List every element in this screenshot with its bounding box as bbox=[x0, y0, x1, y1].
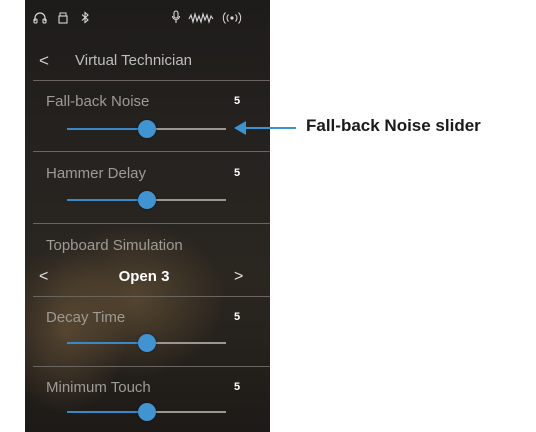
setting-label: Topboard Simulation bbox=[46, 237, 183, 254]
setting-value: 5 bbox=[234, 95, 241, 107]
callout-line bbox=[238, 127, 296, 129]
slider-fill bbox=[67, 342, 147, 344]
back-button[interactable]: < bbox=[39, 48, 49, 74]
microphone-icon bbox=[171, 8, 181, 32]
divider bbox=[33, 366, 270, 367]
decay-time-slider[interactable] bbox=[67, 334, 226, 352]
hammer-delay-slider[interactable] bbox=[67, 191, 226, 209]
sound-wave-icon bbox=[188, 8, 214, 32]
fall-back-noise-slider[interactable] bbox=[67, 120, 226, 138]
page-title: Virtual Technician bbox=[75, 52, 193, 69]
slider-fill bbox=[67, 199, 147, 201]
headphones-icon bbox=[33, 8, 47, 32]
setting-label: Minimum Touch bbox=[46, 379, 151, 396]
piano-app-screen: < Virtual Technician Fall-back Noise 5 H… bbox=[25, 0, 270, 432]
slider-thumb[interactable] bbox=[137, 403, 156, 421]
slider-thumb[interactable] bbox=[137, 120, 156, 138]
header: < Virtual Technician bbox=[25, 48, 270, 74]
status-bar bbox=[25, 8, 270, 32]
selector-value: Open 3 bbox=[118, 268, 170, 285]
bluetooth-icon bbox=[81, 8, 90, 32]
setting-label: Fall-back Noise bbox=[46, 93, 150, 110]
setting-label: Decay Time bbox=[46, 309, 126, 326]
setting-value: 5 bbox=[234, 167, 241, 179]
usb-icon bbox=[58, 8, 68, 32]
divider bbox=[33, 223, 270, 224]
divider bbox=[33, 151, 270, 152]
slider-fill bbox=[67, 411, 147, 413]
setting-value: 5 bbox=[234, 381, 241, 393]
callout-label: Fall-back Noise slider bbox=[306, 116, 481, 135]
slider-fill bbox=[67, 128, 147, 130]
wireless-icon bbox=[221, 8, 243, 32]
minimum-touch-slider[interactable] bbox=[67, 403, 226, 421]
next-option-button[interactable]: > bbox=[234, 268, 243, 286]
divider bbox=[33, 80, 270, 81]
divider bbox=[33, 296, 270, 297]
slider-thumb[interactable] bbox=[137, 334, 156, 352]
setting-label: Hammer Delay bbox=[46, 165, 147, 182]
setting-value: 5 bbox=[234, 311, 241, 323]
slider-thumb[interactable] bbox=[137, 191, 156, 209]
previous-option-button[interactable]: < bbox=[39, 268, 48, 286]
